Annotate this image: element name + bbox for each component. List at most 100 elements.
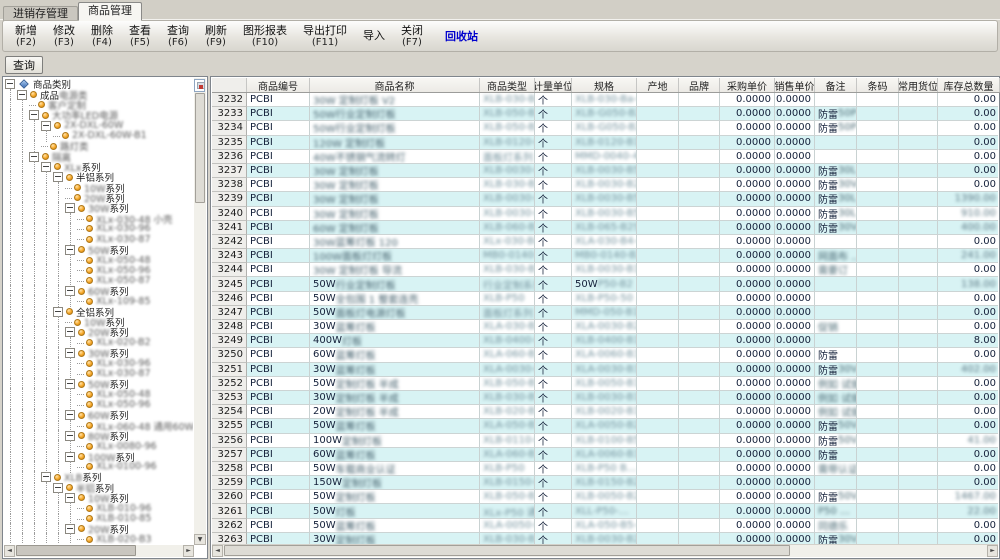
recycle-bin-button[interactable]: 回收站: [439, 26, 484, 46]
toolbar-button-key: (F2): [16, 37, 36, 48]
column-header[interactable]: 商品类型: [480, 78, 535, 92]
column-header[interactable]: 规格: [572, 78, 637, 92]
table-row[interactable]: 3239PCBI30W 定制灯板XLB-0030-B5个XLB-0030-B5 …: [212, 192, 998, 206]
text: 0.0000: [736, 307, 771, 318]
table-row[interactable]: 3240PCBI30W 定制灯板XLB-0030-B5个XLB-0030-B5 …: [212, 207, 998, 221]
tree-hscroll-thumb[interactable]: [16, 545, 136, 556]
table-row[interactable]: 3243PCBI100W面板灯灯板MB0-0140-B2个MB0-0140-B2…: [212, 249, 998, 263]
row-number-cell: 3253: [212, 391, 247, 405]
table-row[interactable]: 3248PCBI30W蓝筹灯板XLA-030-B2个XLA-0030-B2-30…: [212, 320, 998, 334]
tree-guide-line: [53, 462, 65, 472]
table-row[interactable]: 3245PCBI50W行业定制灯板行业定制系列个50W P50-B20.0000…: [212, 277, 998, 291]
table-row[interactable]: 3262PCBI50W蓝筹灯板XLA-0050-B5个XLA-050-B5-42…: [212, 519, 998, 533]
column-header[interactable]: 采购单价: [720, 78, 775, 92]
table-row[interactable]: 3244PCBI30W 定制灯板 导流XLB-030-B1个XLB-0030-B…: [212, 263, 998, 277]
barcode-cell: [857, 292, 899, 306]
brand-cell: [679, 292, 720, 306]
blurred-text: XLB-P50-50 …: [575, 293, 637, 304]
column-header[interactable]: 商品名称: [310, 78, 480, 92]
tree-vertical-scrollbar[interactable]: ▼: [194, 78, 206, 545]
column-header[interactable]: 计量单位: [535, 78, 572, 92]
toolbar-button-3[interactable]: 删除(F4): [83, 23, 121, 50]
toolbar-button-1[interactable]: 新增(F2): [7, 23, 45, 50]
code-cell: PCBI: [247, 150, 310, 164]
scroll-left-arrow-icon[interactable]: ◄: [212, 545, 223, 557]
table-row[interactable]: 3255PCBI50W蓝筹灯板XLA-050-B2个XLA-0050-B2-42…: [212, 419, 998, 433]
tree-guide-line: [17, 183, 29, 193]
column-header[interactable]: 条码: [857, 78, 899, 92]
toolbar-button-10[interactable]: 关闭(F7): [393, 23, 431, 50]
blurred-text: 蓝筹灯板: [336, 320, 376, 334]
tree-guide-line: [17, 276, 29, 286]
table-row[interactable]: 3253PCBI30W 定制灯板 半成XLB-030-B1个XLB-0030-B…: [212, 391, 998, 405]
table-row[interactable]: 3259PCBI150W 定制灯板XLB-0150-B2个XLB-0150-B2…: [212, 476, 998, 490]
table-row[interactable]: 3252PCBI50W 定制灯板 半成XLB-050-B1个XLB-0050-B…: [212, 377, 998, 391]
blurred-text: XLA-060-B3: [483, 349, 535, 360]
column-header[interactable]: 常用货位: [899, 78, 938, 92]
table-row[interactable]: 3257PCBI60W蓝筹灯板XLA-060-B3个XLA-0060-B3-42…: [212, 448, 998, 462]
tab-2[interactable]: 商品管理: [78, 2, 142, 21]
table-row[interactable]: 3238PCBI30W 定制灯板XLB-030-B2个XLB-0030-B2-……: [212, 178, 998, 192]
tree-node[interactable]: 商品类别: [5, 79, 193, 89]
table-row[interactable]: 3258PCBI50W 车载商业认证XLB-P50个XLB-P50 B…0.00…: [212, 462, 998, 476]
note-cell: 防雷30L …: [815, 164, 857, 178]
column-header[interactable]: 库存总数量: [938, 78, 1000, 92]
toolbar-button-7[interactable]: 图形报表(F10): [235, 23, 295, 50]
blurred-text: XLB: [64, 473, 82, 484]
table-row[interactable]: 3249PCBI400W灯板XLB-0400-B1个XLB-0400-B1-42…: [212, 334, 998, 348]
code-cell: PCBI: [247, 419, 310, 433]
tree-node[interactable]: 成品电源类: [5, 89, 193, 99]
tree-node[interactable]: XLB-020-B3: [5, 534, 193, 544]
blurred-text: 2X-DXL-60W-B1: [72, 130, 147, 141]
query-button[interactable]: 查询: [5, 56, 43, 74]
scroll-right-arrow-icon[interactable]: ►: [183, 545, 194, 557]
table-row[interactable]: 3233PCBI50W行业定制灯板XLB-050-B2个XLB-G050-B2 …: [212, 107, 998, 121]
scroll-left-arrow-icon[interactable]: ◄: [4, 545, 15, 557]
stock-cell: 0.00: [938, 476, 998, 490]
table-row[interactable]: 3261PCBI50W灯板XLx-P50 通 …个XLL-P50-…0.0000…: [212, 504, 998, 518]
table-row[interactable]: 3242PCBI30W蓝筹灯板 120XLx-030-B4 …个XLA-030-…: [212, 235, 998, 249]
table-row[interactable]: 3236PCBI40W不锈钢气流转灯面板灯系列个MMD-0040-42V0.00…: [212, 150, 998, 164]
tree-vscroll-thumb[interactable]: [195, 93, 205, 203]
stock-cell: 0.00: [938, 306, 998, 320]
toolbar-button-2[interactable]: 修改(F3): [45, 23, 83, 50]
toolbar-button-4[interactable]: 查看(F5): [121, 23, 159, 50]
toolbar-button-8[interactable]: 导出打印(F11): [295, 23, 355, 50]
blurred-text: XLB-0110-B5: [483, 435, 535, 446]
column-header[interactable]: 销售单价: [775, 78, 815, 92]
tree-print-icon[interactable]: [194, 79, 205, 92]
note-cell: 需带认证: [815, 462, 857, 476]
table-row[interactable]: 3246PCBI50W全包围 1 整套连壳XLB-P50个XLB-P50-50 …: [212, 292, 998, 306]
table-row[interactable]: 3250PCBI60W蓝筹灯板XLA-060-B3个XLA-0060-B3-42…: [212, 348, 998, 362]
column-header[interactable]: 品牌: [679, 78, 720, 92]
table-row[interactable]: 3247PCBI50W面板灯电源灯板面板灯系列个MMD-050-B1 28V0.…: [212, 306, 998, 320]
scroll-down-arrow-icon[interactable]: ▼: [194, 534, 206, 545]
tree-node[interactable]: 路灯类: [5, 141, 193, 151]
toolbar-button-9[interactable]: 导入: [355, 28, 393, 44]
table-row[interactable]: 3260PCBI50W 定制灯板XLB-050-B2个XLB-0050-B2-4…: [212, 490, 998, 504]
table-row[interactable]: 3241PCBI60W 定制灯板XLB-060-B2个XLB-065-B2S0.…: [212, 221, 998, 235]
table-row[interactable]: 3232PCBI30W 定制灯板 V2XLB-030-B4个XLB-030-Ba…: [212, 93, 998, 107]
table-row[interactable]: 3237PCBI30W 定制灯板XLB-0030-B5个XLB-0030-B5-…: [212, 164, 998, 178]
tree-horizontal-scrollbar[interactable]: ◄ ►: [4, 545, 194, 557]
column-header[interactable]: 备注: [815, 78, 857, 92]
table-row[interactable]: 3254PCBI20W 定制灯板 半成XLB-020-B1个XLB-0020-B…: [212, 405, 998, 419]
scroll-right-arrow-icon[interactable]: ►: [987, 545, 998, 557]
toolbar-button-6[interactable]: 刷新(F9): [197, 23, 235, 50]
unit-cell: 个: [535, 107, 572, 121]
blurred-text: 30L …: [838, 208, 857, 219]
table-row[interactable]: 3234PCBI50W行业定制灯板XLB-050-B2个XLB-G050-B2 …: [212, 121, 998, 135]
tab-1[interactable]: 进销存管理: [3, 6, 78, 21]
column-header[interactable]: 商品编号: [247, 78, 310, 92]
blurred-text: 蓝筹灯板: [336, 348, 376, 362]
table-row[interactable]: 3251PCBI30W蓝筹灯板XLA-0030-B3个XLA-0030-B3-4…: [212, 363, 998, 377]
column-header[interactable]: 产地: [637, 78, 679, 92]
text: PCBI: [250, 520, 273, 531]
table-row[interactable]: 3235PCBI120W 定制灯板XLB-0120-B1个XLB-0120-B1…: [212, 136, 998, 150]
note-cell: 防雷50P: [815, 121, 857, 135]
text: 0.0000: [776, 94, 811, 105]
table-horizontal-scrollbar[interactable]: ◄ ►: [212, 544, 998, 557]
toolbar-button-5[interactable]: 查询(F6): [159, 23, 197, 50]
table-hscroll-thumb[interactable]: [224, 545, 790, 556]
table-row[interactable]: 3256PCBI100W 定制灯板XLB-0110-B5个XLB-0100-B5…: [212, 434, 998, 448]
